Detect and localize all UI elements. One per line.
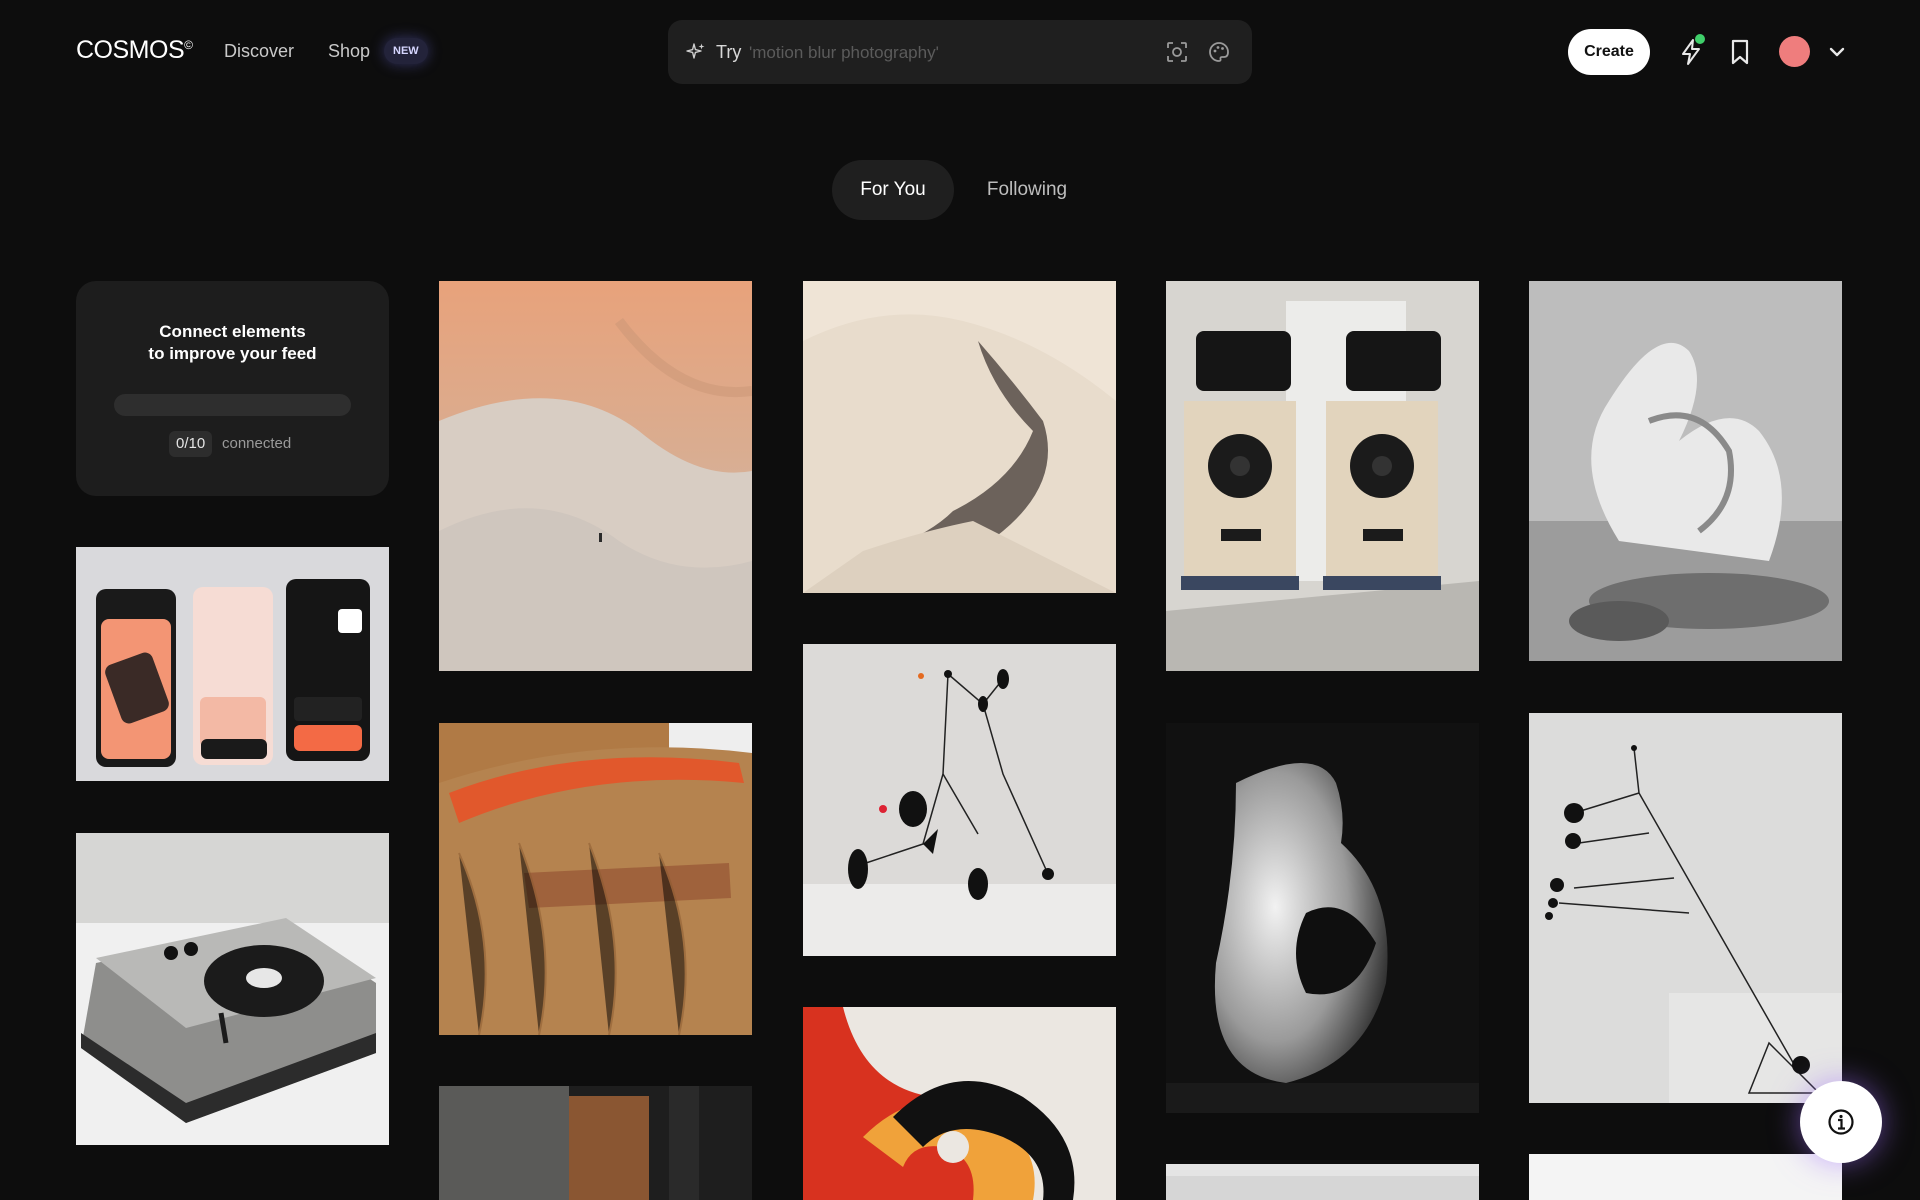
feed-image-wire-mobile[interactable] — [1529, 713, 1842, 1103]
feed-image-sand-shadow[interactable] — [803, 281, 1116, 593]
feed-image-speakers[interactable] — [1166, 281, 1479, 671]
search-input[interactable]: 'motion blur photography' — [749, 43, 939, 63]
feed-image-white-object-2[interactable] — [1529, 1154, 1842, 1200]
nav-shop[interactable]: Shop — [328, 41, 370, 62]
connect-elements-card[interactable]: Connect elements to improve your feed 0/… — [76, 281, 389, 496]
tab-for-you[interactable]: For You — [832, 160, 954, 220]
sparkle-icon — [686, 43, 705, 59]
chevron-down-icon[interactable] — [1828, 44, 1846, 60]
connected-label: connected — [222, 435, 292, 452]
new-badge: NEW — [384, 38, 428, 64]
nav-discover[interactable]: Discover — [224, 41, 294, 62]
connect-title: Connect elements to improve your feed — [148, 322, 317, 363]
visual-search-icon[interactable] — [1166, 41, 1188, 63]
feed-image-mobile-banking-ui[interactable] — [76, 547, 389, 781]
palette-icon[interactable] — [1208, 41, 1230, 63]
feed-image-orange-comb[interactable] — [439, 723, 752, 1035]
notification-dot — [1695, 34, 1705, 44]
search-bar[interactable]: Try 'motion blur photography' — [668, 20, 1252, 84]
connected-count: 0/10 — [169, 431, 213, 457]
logo[interactable]: COSMOS© — [76, 36, 193, 65]
create-button[interactable]: Create — [1568, 29, 1650, 75]
info-icon — [1828, 1109, 1854, 1135]
tab-following[interactable]: Following — [964, 160, 1090, 220]
feed-image-dark-interior[interactable] — [439, 1086, 752, 1200]
search-prefix: Try — [716, 42, 742, 62]
feed-image-swirl-art[interactable] — [803, 1007, 1116, 1200]
feed-image-mobile-sculpture[interactable] — [803, 644, 1116, 956]
avatar[interactable] — [1779, 36, 1810, 67]
bookmark-icon[interactable] — [1728, 38, 1752, 66]
feed-image-loop-sculpture[interactable] — [1529, 281, 1842, 661]
connect-progress-bar — [114, 394, 351, 416]
feed-image-vase-photo[interactable] — [1166, 723, 1479, 1113]
info-button[interactable] — [1800, 1081, 1882, 1163]
feed-image-record-player[interactable] — [76, 833, 389, 1145]
feed-image-desert-dunes[interactable] — [439, 281, 752, 671]
feed-image-white-object[interactable] — [1166, 1164, 1479, 1200]
